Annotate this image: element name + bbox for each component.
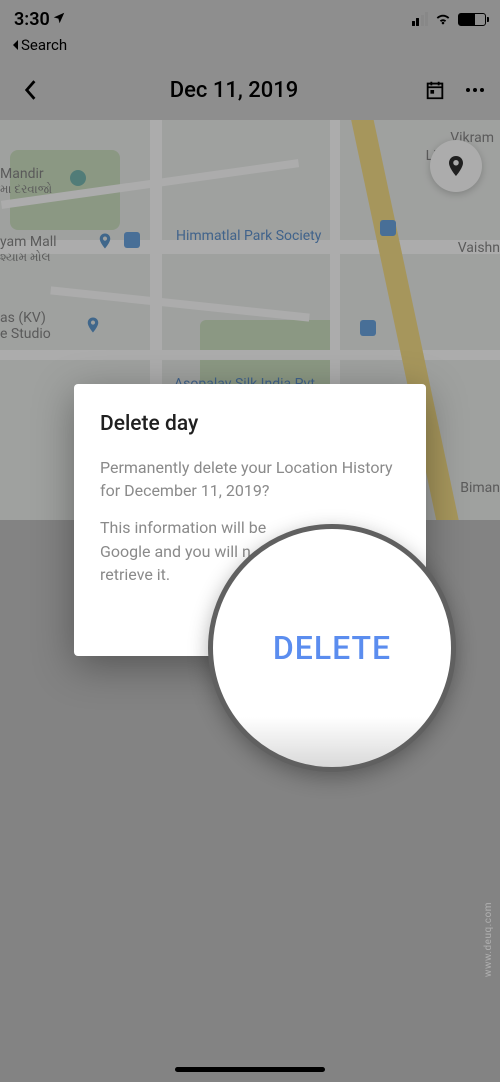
map-label-yam: yam Mall [0,234,57,250]
map-pin-icon [84,316,102,334]
back-search-label: Search [21,36,67,54]
map-pin-icon [96,232,114,250]
dialog-title: Delete day [100,412,400,436]
map-label-mandir: Mandir [0,166,44,182]
more-icon[interactable] [466,88,484,92]
poi-icon [360,320,376,336]
back-to-search[interactable]: Search [10,36,67,54]
delete-button[interactable]: DELETE [273,629,391,667]
map-label-kv: as (KV) [0,310,46,326]
poi-icon [124,232,140,248]
wifi-icon [434,12,452,26]
screen: Vikram Library, Mandir મા દરવાજો Himmatl… [0,0,500,1082]
page-title: Dec 11, 2019 [44,78,424,103]
signal-icon [412,12,429,26]
map-label-yam-sub: શ્યામ મોલ [0,250,51,265]
chevron-left-icon [23,79,37,101]
location-arrow-icon [52,9,66,30]
chevron-left-icon [10,39,20,51]
map-label-mandir-sub: મા દરવાજો [0,182,52,197]
back-button[interactable] [16,76,44,104]
my-location-button[interactable] [430,140,482,192]
watermark: www.deuq.com [483,902,494,977]
app-header: Dec 11, 2019 [0,60,500,120]
map-label-biman: Biman [460,480,500,496]
status-time: 3:30 [14,9,66,30]
calendar-icon[interactable] [424,79,446,101]
location-pin-icon [444,154,468,178]
map-label-himmatlal: Himmatlal Park Society [176,228,321,244]
map-label-vaishn: Vaishn [458,240,500,256]
poi-icon [70,170,86,186]
home-indicator[interactable] [175,1067,325,1072]
battery-icon [458,13,486,26]
poi-icon [380,220,396,236]
map-label-studio: e Studio [0,326,51,342]
status-bar: 3:30 [0,0,500,38]
magnifier-highlight: DELETE [208,524,456,772]
